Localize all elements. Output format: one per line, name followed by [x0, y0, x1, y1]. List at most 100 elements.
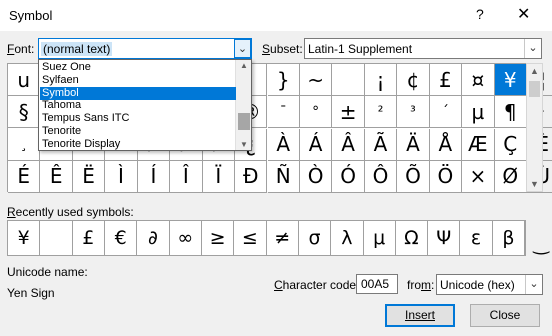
font-option[interactable]: Tahoma: [40, 99, 236, 112]
font-dropdown-scrollbar[interactable]: ▲ ▼: [235, 60, 251, 150]
title-bar: Symbol ? ✕: [0, 0, 552, 31]
symbol-cell[interactable]: ²: [364, 96, 398, 129]
symbol-cell[interactable]: £: [429, 64, 463, 97]
symbol-cell[interactable]: À: [267, 128, 300, 161]
recent-symbol-cell[interactable]: [40, 221, 73, 255]
symbol-cell[interactable]: ¥: [494, 64, 527, 97]
chevron-down-icon[interactable]: ⌄: [525, 275, 542, 294]
symbol-cell[interactable]: µ: [462, 96, 495, 129]
recent-symbol-cell[interactable]: £: [73, 221, 106, 255]
font-option[interactable]: Symbol: [40, 86, 236, 100]
unicode-name-label: Unicode name:: [7, 265, 88, 279]
font-option[interactable]: Suez One: [40, 61, 236, 74]
recent-symbol-cell[interactable]: Ω: [396, 221, 429, 255]
recent-symbols-label: Recently used symbols:: [7, 205, 134, 219]
recent-symbol-cell[interactable]: ≤: [234, 221, 267, 255]
recent-symbols-row: ¥ £ € ∂ ∞ ≥ ≤ ≠ σ λ μ Ω Ψε β ‿: [7, 220, 549, 256]
scrollbar-thumb[interactable]: [238, 113, 250, 130]
symbol-cell[interactable]: Æ: [462, 128, 495, 161]
symbol-cell[interactable]: Ç: [494, 128, 527, 161]
recent-symbol-cell[interactable]: λ: [331, 221, 364, 255]
symbol-cell[interactable]: Ö: [429, 160, 463, 193]
symbol-cell[interactable]: Ñ: [267, 160, 300, 193]
symbol-cell[interactable]: ¤: [462, 64, 495, 97]
recent-symbol-cell[interactable]: ¥: [8, 221, 41, 255]
symbol-cell[interactable]: ¯: [267, 96, 300, 129]
symbol-cell[interactable]: u: [8, 64, 41, 97]
character-code-label: Character code:: [274, 278, 360, 292]
from-label: from:: [407, 278, 435, 292]
font-option[interactable]: Tempus Sans ITC: [40, 112, 236, 125]
symbol-cell[interactable]: ×: [462, 160, 495, 193]
symbol-cell[interactable]: É: [8, 160, 41, 193]
chevron-down-icon[interactable]: ⌄: [524, 39, 541, 58]
symbol-cell[interactable]: ¡: [364, 64, 398, 97]
recent-symbol-cell[interactable]: β: [493, 221, 526, 255]
insert-button[interactable]: Insert: [385, 304, 455, 327]
character-code-input[interactable]: 00A5: [356, 274, 398, 294]
symbol-cell[interactable]: ³: [397, 96, 430, 129]
subset-label: Subset:: [262, 42, 303, 56]
scrollbar-thumb[interactable]: [529, 81, 540, 97]
recent-symbol-cell[interactable]: ∞: [170, 221, 202, 255]
symbol-cell[interactable]: ¶: [494, 96, 527, 129]
symbol-cell[interactable]: Â: [332, 128, 365, 161]
symbol-cell[interactable]: §: [8, 96, 41, 129]
recent-symbol-cell[interactable]: ε: [460, 221, 493, 255]
symbol-cell[interactable]: Î: [170, 160, 203, 193]
close-button[interactable]: Close: [470, 304, 540, 327]
symbol-cell[interactable]: [332, 64, 365, 97]
font-option[interactable]: Sylfaen: [40, 74, 236, 87]
symbol-cell[interactable]: Ô: [364, 160, 398, 193]
recent-symbol-cell[interactable]: σ: [299, 221, 332, 255]
scroll-down-icon[interactable]: ▼: [236, 140, 252, 149]
subset-select-value: Latin-1 Supplement: [308, 42, 413, 56]
symbol-cell[interactable]: Ð: [235, 160, 268, 193]
recent-symbol-cell[interactable]: ∂: [137, 221, 170, 255]
symbol-cell[interactable]: Ä: [397, 128, 430, 161]
symbol-cell[interactable]: ¸: [8, 128, 41, 161]
symbol-cell[interactable]: Á: [299, 128, 333, 161]
from-select-value: Unicode (hex): [440, 278, 515, 292]
symbol-cell[interactable]: ±: [332, 96, 365, 129]
symbol-cell[interactable]: ¢: [397, 64, 430, 97]
symbol-cell[interactable]: Ê: [40, 160, 73, 193]
subset-select[interactable]: Latin-1 Supplement ⌄: [304, 38, 542, 59]
chevron-down-icon[interactable]: ⌄: [234, 39, 251, 58]
from-select[interactable]: Unicode (hex) ⌄: [436, 274, 543, 295]
symbol-cell[interactable]: Ë: [72, 160, 106, 193]
recent-symbol-cell[interactable]: €: [105, 221, 138, 255]
symbol-cell[interactable]: Å: [429, 128, 463, 161]
close-icon[interactable]: ✕: [517, 4, 530, 24]
symbol-cell[interactable]: ~: [299, 64, 333, 97]
font-dropdown-list: ▲ ▼ Suez One Sylfaen Symbol Tahoma Tempus Sa…: [38, 59, 252, 151]
font-select-value: (normal text): [41, 42, 113, 56]
symbol-cell[interactable]: °: [299, 96, 333, 129]
symbol-cell[interactable]: Õ: [397, 160, 430, 193]
scroll-down-icon[interactable]: ▼: [527, 179, 542, 189]
symbol-cell[interactable]: Ï: [202, 160, 236, 193]
recent-symbol-cell[interactable]: ≠: [267, 221, 299, 255]
symbol-grid-scrollbar[interactable]: ▲ ▼: [526, 63, 543, 192]
scroll-up-icon[interactable]: ▲: [527, 66, 542, 76]
symbol-cell[interactable]: Ì: [105, 160, 138, 193]
recent-symbol-cell[interactable]: ‿: [525, 221, 552, 255]
font-option[interactable]: Tenorite: [40, 125, 236, 138]
recent-symbol-cell[interactable]: μ: [363, 221, 396, 255]
symbol-cell[interactable]: Ø: [494, 160, 527, 193]
symbol-dialog: Symbol ? ✕ Font: (normal text) ⌄ Subset:…: [0, 0, 552, 336]
font-option[interactable]: Tenorite Display: [40, 138, 236, 151]
window-title: Symbol: [9, 8, 53, 23]
recent-symbol-cell[interactable]: ≥: [202, 221, 235, 255]
symbol-cell[interactable]: Ã: [364, 128, 398, 161]
help-icon[interactable]: ?: [476, 6, 484, 22]
symbol-cell[interactable]: }: [267, 64, 300, 97]
symbol-cell[interactable]: Ó: [332, 160, 365, 193]
unicode-name-value: Yen Sign: [7, 286, 55, 300]
symbol-cell[interactable]: Í: [137, 160, 171, 193]
font-select[interactable]: (normal text) ⌄: [38, 38, 252, 59]
symbol-cell[interactable]: ´: [429, 96, 463, 129]
recent-symbol-cell[interactable]: Ψ: [428, 221, 461, 255]
scroll-up-icon[interactable]: ▲: [236, 61, 252, 70]
symbol-cell[interactable]: Ò: [299, 160, 333, 193]
